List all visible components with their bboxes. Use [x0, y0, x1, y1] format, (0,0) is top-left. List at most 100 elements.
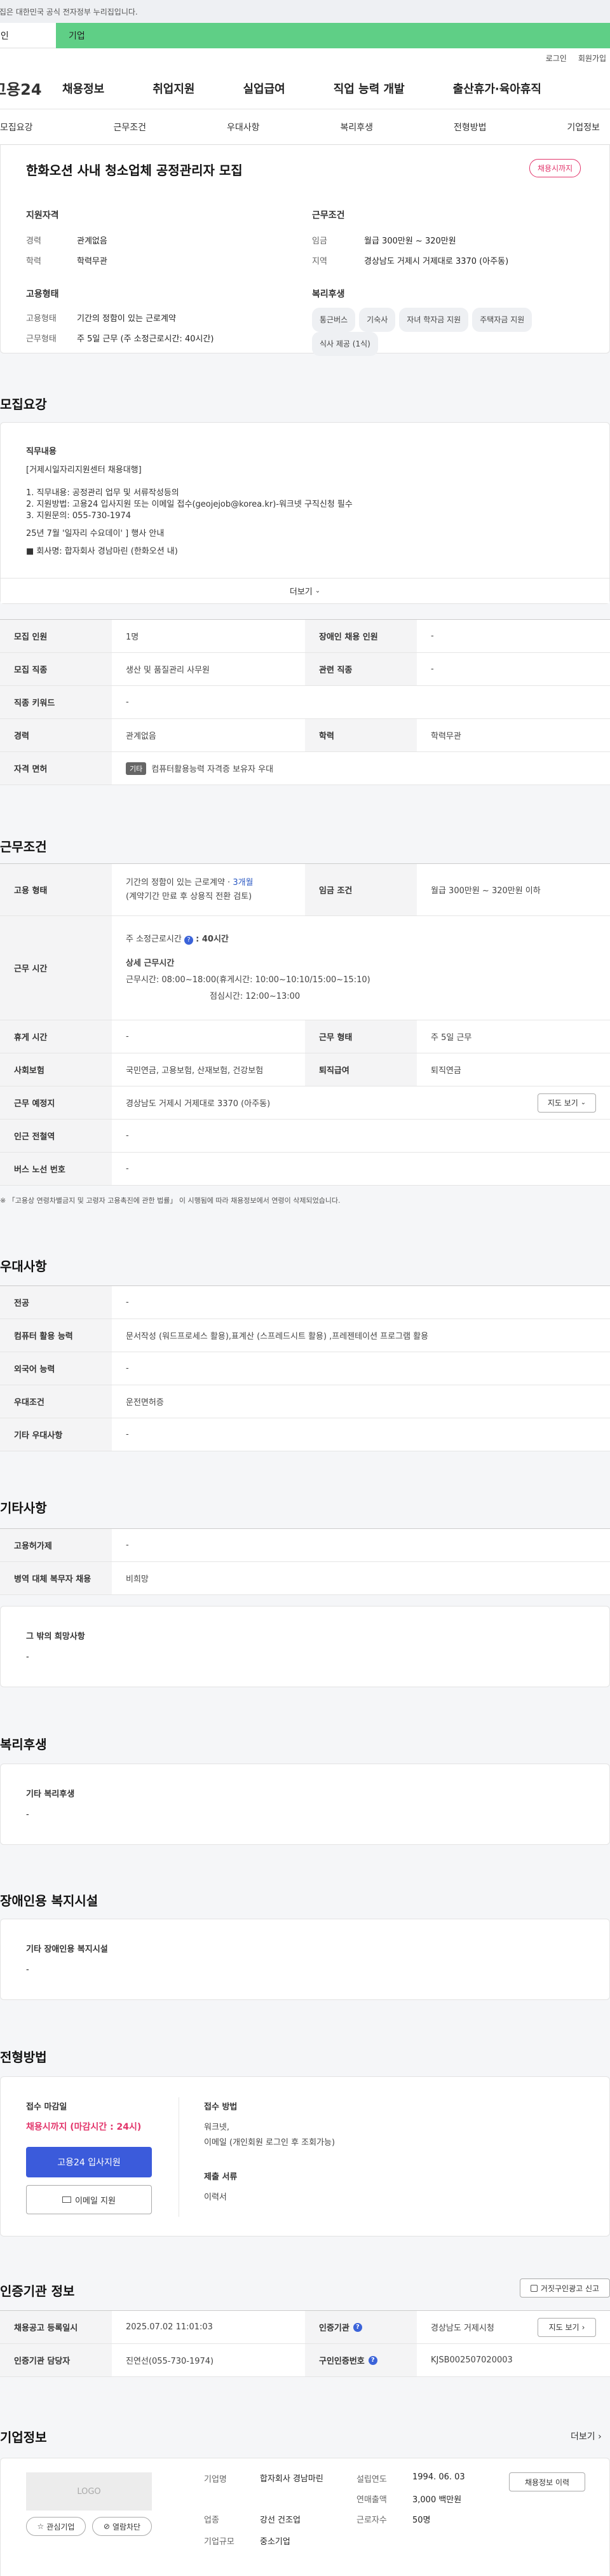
table-row: 인증기관 담당자 진연선(055-730-1974) 구인인증번호? KJSB00… [0, 2344, 610, 2377]
tab-conditions[interactable]: 근무조건 [113, 121, 146, 134]
preference-heading: 우대사항 [0, 1259, 47, 1274]
selection-heading: 전형방법 [0, 2050, 47, 2065]
table-row: 외국어 능력 - [0, 1352, 610, 1385]
chevron-down-icon: ⌄ [580, 1099, 586, 1106]
info-icon[interactable]: ? [184, 935, 193, 945]
global-nav: 고용24 채용정보 취업지원 실업급여 직업 능력 개발 출산휴가·육아휴직 [0, 67, 610, 109]
info-icon[interactable]: ? [353, 2322, 362, 2332]
agency-map-button[interactable]: 지도 보기 › [538, 2317, 596, 2337]
signup-link[interactable]: 회원가입 [578, 53, 606, 64]
disability-card: 기타 장애인용 복지시설 - [0, 1919, 610, 2000]
summary-card: 한화오션 사내 청소업체 공정관리자 모집 채용시까지 지원자격 경력 관계없음… [0, 145, 610, 356]
job-line: 1. 직무내용: 공정관리 업무 및 서류작성등의 [26, 488, 179, 498]
gnb-employment-support[interactable]: 취업지원 [152, 80, 194, 97]
section-tabs: 모집요강 근무조건 우대사항 복리후생 전형방법 기업정보 [0, 109, 610, 145]
job-line: 25년 7월 '일자리 수요데이' ] 행사 안내 [26, 529, 165, 538]
qual-title: 지원자격 [26, 210, 59, 221]
block-icon: ⊘ [103, 2522, 110, 2531]
table-row: 채용공고 등록일시 2025.07.02 11:01:03 인증기관? 경상남도 … [0, 2311, 610, 2344]
edu-value: 학력무관 [77, 257, 107, 266]
job-line: [거제시일자리지원센터 채용대행] [26, 465, 142, 475]
welfare-title: 복리후생 [312, 289, 345, 299]
welfare-chip: 식사 제공 (1식) [312, 332, 378, 356]
email-apply-button[interactable]: 이메일 지원 [26, 2185, 152, 2214]
table-row: 우대조건 운전면허증 [0, 1385, 610, 1418]
welfare-chip: 통근버스 [312, 308, 356, 332]
table-row: 모집 인원 1명 장애인 채용 인원 - [0, 620, 610, 653]
region-value: 경상남도 거제시 거제대로 3370 (아주동) [364, 257, 509, 266]
gnb-vocational-training[interactable]: 직업 능력 개발 [334, 80, 405, 97]
apply-button[interactable]: 고용24 입사지원 [26, 2147, 152, 2177]
report-icon [530, 2284, 538, 2292]
table-row: 직종 키워드 - [0, 686, 610, 719]
job-line: ■ 회사명: 합자회사 경남마린 (한화오션 내) [26, 547, 178, 556]
job-title: 한화오션 사내 청소업체 공정관리자 모집 [26, 163, 243, 178]
deadline-value: 채용시까지 (마감시간 : 24시) [26, 2122, 142, 2132]
job-content-card: 직무내용 [거제시일자리지원센터 채용대행] 1. 직무내용: 공정관리 업무 … [0, 422, 610, 604]
age-notice: ※ 「고용상 연령차별금지 및 고령자 고용촉진에 관한 법률」 이 시행됨에 … [0, 1196, 341, 1205]
tab-welfare[interactable]: 복리후생 [340, 121, 373, 134]
table-row: 모집 직종 생산 및 품질관리 사무원 관련 직종 - [0, 653, 610, 686]
etc-table: 고용허가제 - 병역 대체 복무자 채용 비희망 [0, 1528, 610, 1595]
tab-company[interactable]: 기업 [56, 23, 610, 48]
star-icon: ☆ [37, 2522, 44, 2531]
table-row: 자격 면허 기타 컴퓨터활용능력 자격증 보유자 우대 [0, 752, 610, 785]
info-icon[interactable]: ? [368, 2355, 377, 2365]
company-more-link[interactable]: 더보기 › [571, 2430, 602, 2442]
map-button[interactable]: 지도 보기 ⌄ [538, 1093, 596, 1113]
tab-company[interactable]: 기업정보 [567, 121, 600, 134]
table-row: 인근 전철역 - [0, 1120, 610, 1153]
table-row: 고용 형태 기간의 정함이 있는 근로계약 · 3개월 (계약기간 만료 후 상… [0, 864, 610, 916]
table-row: 휴게 시간 - 근무 형태 주 5일 근무 [0, 1020, 610, 1053]
gnb-unemployment-benefit[interactable]: 실업급여 [243, 80, 285, 97]
cond-title: 근무조건 [312, 210, 345, 221]
table-row: 버스 노선 번호 - [0, 1153, 610, 1186]
table-row: 근무 예정지 경상남도 거제시 거제대로 3370 (아주동) 지도 보기 ⌄ [0, 1086, 610, 1120]
table-row: 고용허가제 - [0, 1529, 610, 1562]
welfare-chip: 자녀 학자금 지원 [399, 308, 469, 332]
conditions-heading: 근무조건 [0, 839, 47, 854]
report-button[interactable]: 거짓구인광고 신고 [520, 2278, 610, 2298]
status-badge: 채용시까지 [529, 159, 581, 177]
work-form-label: 근무형태 [26, 334, 57, 344]
user-type-tabs: 개인 기업 [0, 23, 610, 48]
job-line: 3. 지원문의: 055-730-1974 [26, 511, 131, 521]
career-label: 경력 [26, 236, 41, 246]
table-row: 사회보험 국민연금, 고용보험, 산재보험, 건강보험 퇴직급여 퇴직연금 [0, 1053, 610, 1086]
favorite-company-button[interactable]: ☆ 관심기업 [26, 2517, 86, 2536]
more-button[interactable]: 더보기 ⌄ [1, 578, 609, 603]
table-row: 컴퓨터 활용 능력 문서작성 (워드프로세스 활용),표계산 (스프레드시트 활용… [0, 1319, 610, 1352]
tab-recruit[interactable]: 모집요강 [0, 121, 33, 134]
welfare-heading: 복리후생 [0, 1737, 47, 1752]
tab-selection[interactable]: 전형방법 [454, 121, 487, 134]
job-line: 2. 지원방법: 고용24 입사지원 또는 이메일 접수(geojejob@ko… [26, 500, 353, 509]
emp-type-value: 기간의 정함이 있는 근로계약 [77, 314, 176, 324]
site-logo[interactable]: 고용24 [0, 77, 62, 99]
welfare-chip: 주택자금 지원 [472, 308, 532, 332]
license-tag: 기타 [126, 762, 147, 775]
wage-value: 월급 300만원 ~ 320만원 [364, 236, 456, 246]
job-history-button[interactable]: 채용정보 이력 [509, 2472, 585, 2491]
block-company-button[interactable]: ⊘ 열람차단 [92, 2517, 152, 2536]
tab-preference[interactable]: 우대사항 [227, 121, 260, 134]
welfare-chip: 기숙사 [359, 308, 396, 332]
gov-banner: 이 누리집은 대한민국 공식 전자정부 누리집입니다. [0, 0, 610, 23]
etc-extra-card: 그 밖의 희망사항 - [0, 1606, 610, 1687]
gnb-jobs[interactable]: 채용정보 [62, 80, 104, 97]
region-label: 지역 [312, 257, 327, 266]
company-card: LOGO ☆ 관심기업 ⊘ 열람차단 기업명 합자회사 경남마린 업종 강선 건조업… [0, 2458, 610, 2576]
chevron-down-icon: ⌄ [315, 587, 321, 594]
work-form-value: 주 5일 근무 (주 소정근로시간: 40시간) [77, 334, 214, 344]
disability-heading: 장애인용 복지시설 [0, 1893, 98, 1908]
gnb-parental-leave[interactable]: 출산휴가·육아휴직 [453, 80, 541, 97]
table-row: 전공 - [0, 1286, 610, 1319]
mail-icon [62, 2196, 72, 2203]
table-row: 경력 관계없음 학력 학력무관 [0, 719, 610, 752]
emp-type-label: 고용형태 [26, 314, 57, 324]
welfare-chips: 통근버스 기숙사 자녀 학자금 지원 주택자금 지원식사 제공 (1식) [312, 308, 592, 356]
tab-personal[interactable]: 개인 [0, 23, 56, 48]
recruit-heading: 모집요강 [0, 397, 47, 412]
company-logo-placeholder: LOGO [26, 2472, 152, 2511]
edu-label: 학력 [26, 257, 41, 266]
login-link[interactable]: 로그인 [546, 53, 567, 64]
